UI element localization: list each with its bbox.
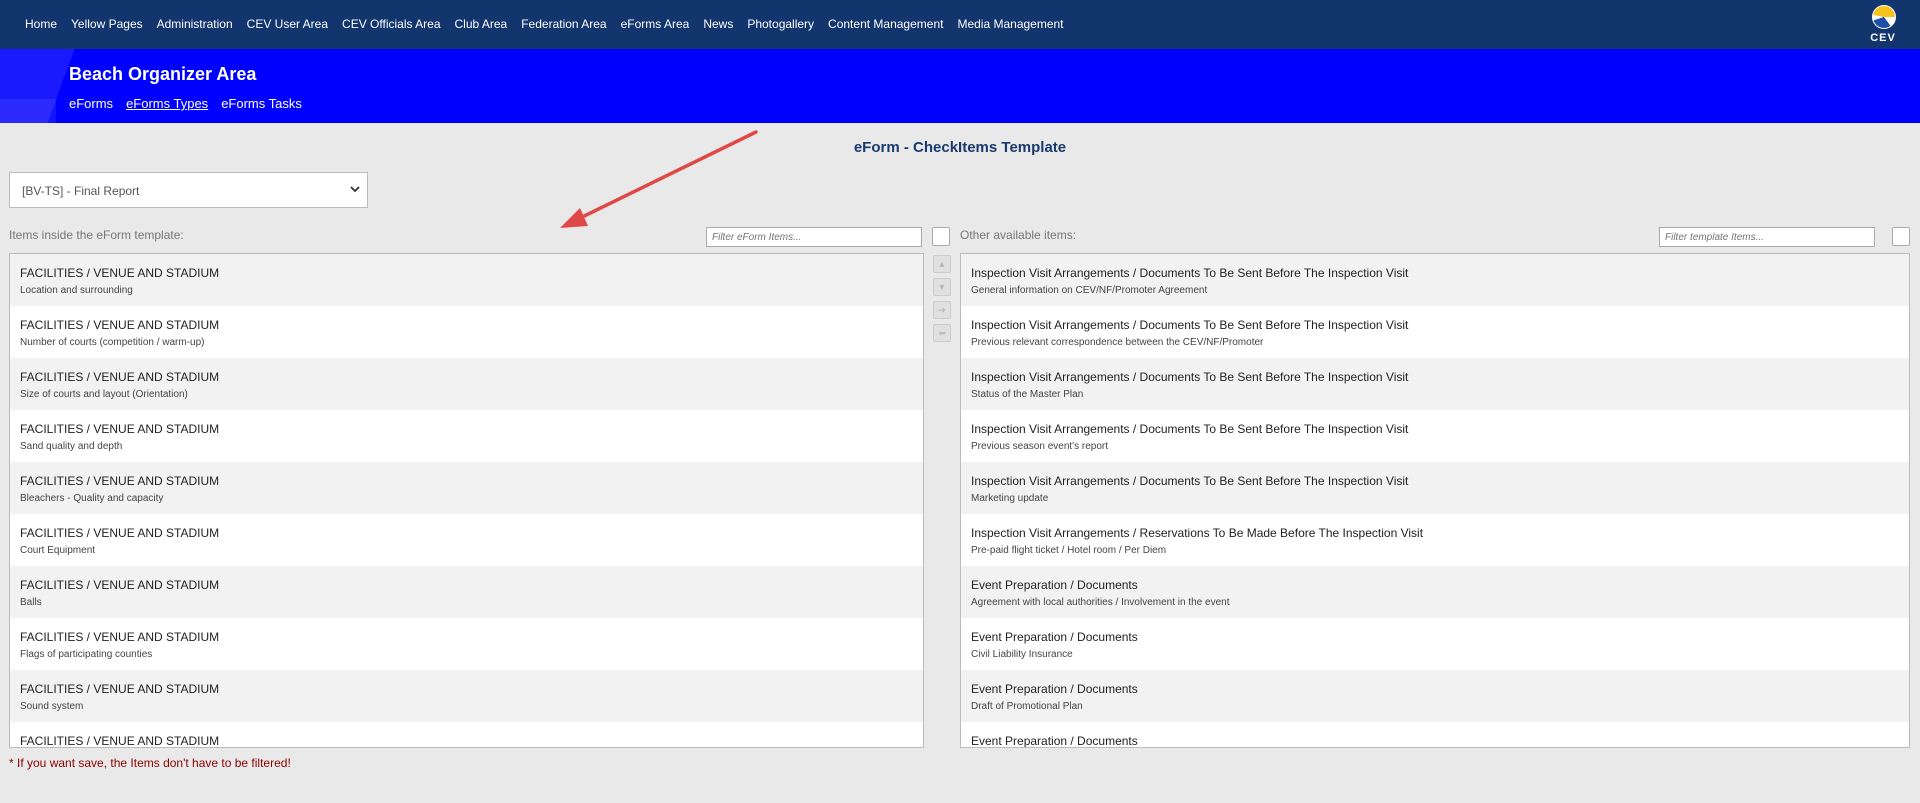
- arrow-up-icon: ▲: [937, 259, 947, 269]
- subnav-eforms-types[interactable]: eForms Types: [126, 96, 208, 111]
- select-all-right-checkbox[interactable]: [1892, 227, 1910, 246]
- arrow-left-icon: ⬅: [938, 328, 946, 338]
- nav-item-administration[interactable]: Administration: [157, 17, 233, 31]
- logo-text: CEV: [1870, 32, 1896, 44]
- nav-item-photogallery[interactable]: Photogallery: [747, 17, 814, 31]
- filter-eform-items-input[interactable]: [706, 227, 922, 247]
- move-down-button[interactable]: ▼: [933, 278, 951, 296]
- list-item[interactable]: FACILITIES / VENUE AND STADIUM Size of co…: [10, 358, 923, 410]
- available-items-list: Inspection Visit Arrangements / Document…: [960, 253, 1910, 748]
- volleyball-icon: [1872, 5, 1896, 29]
- list-item[interactable]: Event Preparation / Documents Draft of Pr…: [961, 670, 1909, 722]
- list-item[interactable]: Inspection Visit Arrangements / Document…: [961, 358, 1909, 410]
- nav-item-content-management[interactable]: Content Management: [828, 17, 943, 31]
- list-item[interactable]: FACILITIES / VENUE AND STADIUM Number of …: [10, 306, 923, 358]
- template-select-value: [BV-TS] - Final Report: [22, 184, 140, 198]
- move-left-button[interactable]: ⬅: [933, 324, 951, 342]
- subnav-eforms[interactable]: eForms: [69, 96, 113, 111]
- footer-note: * If you want save, the Items don't have…: [9, 756, 291, 770]
- list-item[interactable]: Inspection Visit Arrangements / Document…: [961, 462, 1909, 514]
- nav-item-club-area[interactable]: Club Area: [455, 17, 508, 31]
- nav-item-cev-user-area[interactable]: CEV User Area: [247, 17, 328, 31]
- arrow-down-icon: ▼: [937, 282, 947, 292]
- move-right-button[interactable]: ➜: [933, 301, 951, 319]
- chevron-down-icon: [349, 183, 361, 198]
- area-title: Beach Organizer Area: [69, 64, 257, 84]
- nav-item-cev-officials-area[interactable]: CEV Officials Area: [342, 17, 440, 31]
- subnav-eforms-tasks[interactable]: eForms Tasks: [221, 96, 302, 111]
- move-up-button[interactable]: ▲: [933, 255, 951, 273]
- list-item[interactable]: FACILITIES / VENUE AND STADIUM: [10, 722, 923, 747]
- top-navigation: Home Yellow Pages Administration CEV Use…: [0, 0, 1920, 49]
- nav-item-news[interactable]: News: [703, 17, 733, 31]
- list-item[interactable]: Inspection Visit Arrangements / Reservat…: [961, 514, 1909, 566]
- right-panel-label: Other available items:: [960, 228, 1077, 242]
- list-item[interactable]: Event Preparation / Documents: [961, 722, 1909, 747]
- filter-template-items-input[interactable]: [1659, 227, 1875, 247]
- list-item[interactable]: FACILITIES / VENUE AND STADIUM Sand quali…: [10, 410, 923, 462]
- nav-item-eforms-area[interactable]: eForms Area: [621, 17, 690, 31]
- list-item[interactable]: FACILITIES / VENUE AND STADIUM Location a…: [10, 254, 923, 306]
- template-select[interactable]: [BV-TS] - Final Report: [9, 172, 368, 208]
- banner-decoration: [0, 99, 56, 123]
- page-title: eForm - CheckItems Template: [853, 139, 1067, 156]
- area-banner: Beach Organizer Area eForms eForms Types…: [0, 49, 1920, 123]
- nav-item-home[interactable]: Home: [25, 17, 57, 31]
- list-item[interactable]: FACILITIES / VENUE AND STADIUM Sound syst…: [10, 670, 923, 722]
- top-nav-list: Home Yellow Pages Administration CEV Use…: [25, 17, 1078, 31]
- list-item[interactable]: Event Preparation / Documents Civil Liabi…: [961, 618, 1909, 670]
- list-item[interactable]: Inspection Visit Arrangements / Document…: [961, 410, 1909, 462]
- sub-navigation: eForms eForms Types eForms Tasks: [69, 96, 315, 111]
- list-item[interactable]: FACILITIES / VENUE AND STADIUM Court Equi…: [10, 514, 923, 566]
- eform-items-list: FACILITIES / VENUE AND STADIUM Location a…: [9, 253, 924, 748]
- list-item[interactable]: Event Preparation / Documents Agreement w…: [961, 566, 1909, 618]
- nav-item-media-management[interactable]: Media Management: [957, 17, 1063, 31]
- list-item[interactable]: FACILITIES / VENUE AND STADIUM Flags of p…: [10, 618, 923, 670]
- nav-item-yellow-pages[interactable]: Yellow Pages: [71, 17, 143, 31]
- arrow-right-icon: ➜: [938, 305, 946, 315]
- list-item[interactable]: FACILITIES / VENUE AND STADIUM Balls: [10, 566, 923, 618]
- list-item[interactable]: Inspection Visit Arrangements / Document…: [961, 306, 1909, 358]
- select-all-left-checkbox[interactable]: [932, 227, 950, 246]
- list-item[interactable]: Inspection Visit Arrangements / Document…: [961, 254, 1909, 306]
- cev-logo[interactable]: CEV: [1866, 5, 1900, 47]
- list-item[interactable]: FACILITIES / VENUE AND STADIUM Bleachers …: [10, 462, 923, 514]
- left-panel-label: Items inside the eForm template:: [9, 228, 184, 242]
- nav-item-federation-area[interactable]: Federation Area: [521, 17, 606, 31]
